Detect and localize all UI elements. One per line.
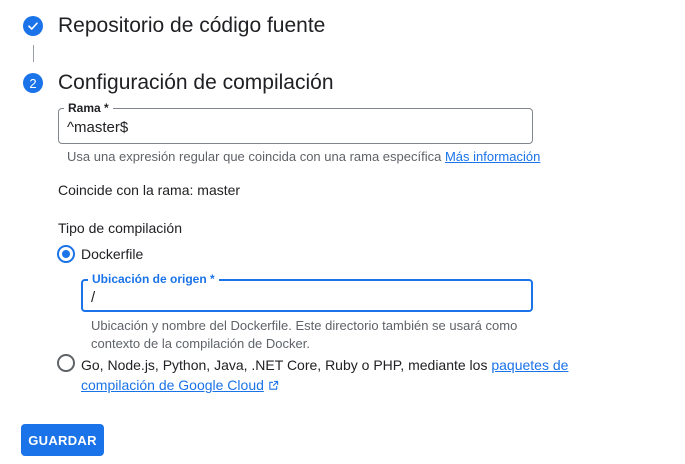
step-1-completed-badge [23,16,43,36]
branch-input-value: ^master$ [67,119,129,136]
branch-input-label: Rama * [64,101,113,115]
source-location-hint: Ubicación y nombre del Dockerfile. Este … [91,318,517,352]
branch-match-text: Coincide con la rama: master [58,182,241,198]
branch-hint-text: Usa una expresión regular que coincida c… [67,149,442,164]
buildpacks-link-part2[interactable]: compilación de Google Cloud [81,377,264,393]
source-location-input[interactable]: Ubicación de origen * / [81,272,533,312]
radio-dockerfile-label[interactable]: Dockerfile [81,246,143,262]
radio-dockerfile[interactable] [57,245,75,263]
check-icon [28,22,38,30]
step-1-title[interactable]: Repositorio de código fuente [58,14,325,38]
source-location-hint-line1: Ubicación y nombre del Dockerfile. Este … [91,318,518,333]
external-link-icon[interactable] [268,380,279,391]
learn-more-link[interactable]: Más información [445,149,540,164]
radio-buildpacks[interactable] [57,354,75,372]
branch-input[interactable]: Rama * ^master$ [58,101,533,144]
source-location-hint-line2: contexto de la compilación de Docker. [91,336,310,351]
build-type-heading: Tipo de compilación [58,220,182,236]
buildpacks-link-part1[interactable]: paquetes de [491,357,568,373]
step-2-title: Configuración de compilación [58,71,334,94]
step-connector [33,45,34,62]
branch-hint: Usa una expresión regular que coincida c… [67,149,540,165]
buildpacks-text: Go, Node.js, Python, Java, .NET Core, Ru… [81,357,488,373]
radio-buildpacks-label[interactable]: Go, Node.js, Python, Java, .NET Core, Ru… [81,355,568,395]
save-button[interactable]: GUARDAR [21,424,104,456]
source-location-value: / [91,289,96,306]
source-location-label: Ubicación de origen * [88,272,219,286]
step-2-number-badge: 2 [23,73,43,93]
radio-selected-dot [62,250,70,258]
